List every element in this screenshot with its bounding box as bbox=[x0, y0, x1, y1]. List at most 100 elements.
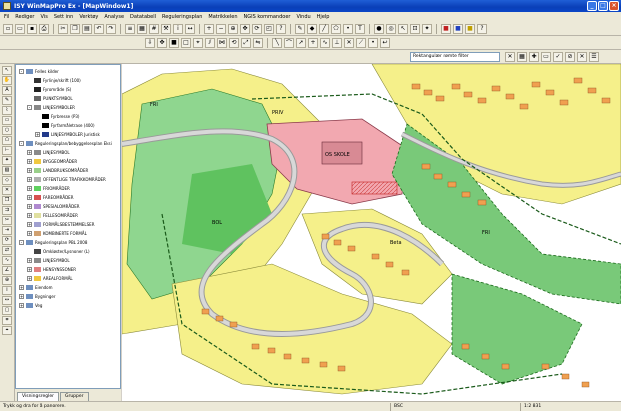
expand-toggle-icon[interactable]: + bbox=[27, 159, 32, 164]
draw-line-icon[interactable]: ╲ bbox=[272, 37, 282, 48]
tree-node[interactable]: + Eiendom bbox=[19, 284, 53, 291]
copy-icon[interactable]: ❐ bbox=[70, 23, 80, 34]
table-icon[interactable]: ▦ bbox=[137, 23, 147, 34]
redo-icon[interactable]: ↷ bbox=[106, 23, 116, 34]
tab-visningsregler[interactable]: Visningsregler bbox=[17, 392, 59, 401]
menu-ngis[interactable]: NGIS kommandoer bbox=[243, 14, 290, 20]
tree-node[interactable]: + FORMÅLSBESTEMMELSER bbox=[27, 221, 94, 228]
flip-icon[interactable]: ⇄ bbox=[2, 246, 12, 255]
draw-plus-icon[interactable]: + bbox=[308, 37, 318, 48]
tree-node[interactable]: + OFFENTLIGE TRAFIKKOMRÅDER bbox=[27, 176, 106, 183]
expand-toggle-icon[interactable]: + bbox=[27, 150, 32, 155]
node-edit-icon[interactable]: ◇ bbox=[2, 176, 12, 185]
tree-node[interactable]: + AREALFORMÅL bbox=[27, 275, 73, 282]
layer-yellow-icon[interactable]: ■ bbox=[465, 23, 475, 34]
target-icon[interactable]: ◎ bbox=[386, 23, 396, 34]
text-tool-icon[interactable]: A bbox=[2, 86, 12, 95]
tree-node[interactable]: + KOMBINERTE FORMÅL bbox=[27, 230, 87, 237]
tree-node[interactable]: + LANDBRUKSOMRÅDER bbox=[27, 167, 88, 174]
filter-rect-icon[interactable]: ▭ bbox=[541, 51, 551, 62]
maximize-button[interactable]: □ bbox=[598, 1, 608, 11]
area-icon[interactable]: ▢ bbox=[2, 306, 12, 315]
label-icon[interactable]: ⌗ bbox=[2, 316, 12, 325]
expand-toggle-icon[interactable]: + bbox=[19, 303, 24, 308]
pencil-icon[interactable]: ✎ bbox=[2, 96, 12, 105]
refresh-icon[interactable]: ⟳ bbox=[252, 23, 262, 34]
query-icon[interactable]: ? bbox=[276, 23, 286, 34]
filter-cross-icon[interactable]: ✚ bbox=[529, 51, 539, 62]
rotate-tool-icon[interactable]: ⟳ bbox=[2, 236, 12, 245]
menu-matrikkelen[interactable]: Matrikkelen bbox=[208, 14, 237, 20]
draw-arc-icon[interactable]: ⌒ bbox=[284, 37, 294, 48]
filter-set-icon[interactable]: ☰ bbox=[589, 51, 599, 62]
tree-node[interactable]: + LINJESYMBOL bbox=[27, 149, 70, 156]
map-canvas[interactable]: OS SKOLE FRI BOL FRI PRIV Beta bbox=[122, 64, 621, 401]
symbol-icon[interactable]: ✦ bbox=[2, 156, 12, 165]
split-icon[interactable]: ⫽ bbox=[205, 37, 215, 48]
tree-node[interactable]: Fyrområde (S) bbox=[27, 86, 71, 93]
menu-hjelp[interactable]: Hjelp bbox=[317, 14, 330, 20]
tool-icon[interactable]: ⚒ bbox=[161, 23, 171, 34]
open-icon[interactable]: ▭ bbox=[15, 23, 25, 34]
undo-icon[interactable]: ↶ bbox=[94, 23, 104, 34]
menu-sett-inn[interactable]: Sett inn bbox=[54, 14, 74, 20]
polygon-tool-icon[interactable]: ⬠ bbox=[2, 136, 12, 145]
close-button[interactable]: × bbox=[609, 1, 619, 11]
expand-toggle-icon[interactable]: + bbox=[27, 231, 32, 236]
draw-vertex-icon[interactable]: ⊥ bbox=[332, 37, 342, 48]
expand-toggle-icon[interactable]: - bbox=[19, 240, 24, 245]
snap-icon[interactable]: ⌖ bbox=[193, 37, 203, 48]
pan-hand-icon[interactable]: ✋ bbox=[2, 76, 12, 85]
compass-icon[interactable]: ✦ bbox=[422, 23, 432, 34]
expand-toggle-icon[interactable]: + bbox=[27, 267, 32, 272]
menu-fil[interactable]: Fil bbox=[4, 14, 9, 20]
filter-x-icon[interactable]: ✕ bbox=[505, 51, 515, 62]
trim-icon[interactable]: ✂ bbox=[2, 216, 12, 225]
menu-reguleringsplan[interactable]: Reguleringsplan bbox=[162, 14, 202, 20]
circle-icon[interactable]: ○ bbox=[2, 126, 12, 135]
zoom-out-icon[interactable]: − bbox=[216, 23, 226, 34]
zoom-tool-icon[interactable]: ⊕ bbox=[2, 276, 12, 285]
tree-node[interactable]: + FRIOMRÅDER bbox=[27, 185, 70, 192]
edit-icon[interactable]: ✎ bbox=[295, 23, 305, 34]
gps-icon[interactable]: ⌖ bbox=[2, 326, 12, 335]
tree-node[interactable]: + Veg bbox=[19, 302, 42, 309]
draw-node-icon[interactable]: • bbox=[368, 37, 378, 48]
expand-toggle-icon[interactable]: + bbox=[27, 195, 32, 200]
expand-toggle-icon[interactable]: + bbox=[27, 186, 32, 191]
draw-curve-icon[interactable]: ∿ bbox=[320, 37, 330, 48]
tree-node[interactable]: + LINJESYMBOLER Juristisk bbox=[35, 131, 100, 138]
cut-icon[interactable]: ✂ bbox=[58, 23, 68, 34]
help-icon[interactable]: ? bbox=[477, 23, 487, 34]
layer-tree[interactable]: - Felles kilder Fyrlinje/skrift (100) Fyrom… bbox=[15, 64, 121, 389]
tree-node[interactable]: + HENSYNSSONER bbox=[27, 266, 76, 273]
line-icon[interactable]: ╱ bbox=[319, 23, 329, 34]
tree-node[interactable]: + LINJESYMBOL bbox=[27, 257, 70, 264]
grid-icon[interactable]: # bbox=[149, 23, 159, 34]
expand-toggle-icon[interactable]: + bbox=[27, 258, 32, 263]
info-tool-icon[interactable]: i bbox=[2, 286, 12, 295]
tree-node[interactable]: Omkløster/Lysnoner (L) bbox=[27, 248, 90, 255]
zoom-in-icon[interactable]: + bbox=[204, 23, 214, 34]
layer-icon[interactable]: ≡ bbox=[125, 23, 135, 34]
polyline-icon[interactable]: ⌇ bbox=[2, 106, 12, 115]
zoom-extent-icon[interactable]: ⊕ bbox=[228, 23, 238, 34]
tree-node[interactable]: PUNKTSYMBOL bbox=[27, 95, 73, 102]
draw-hook-icon[interactable]: ↩ bbox=[380, 37, 390, 48]
angle-icon[interactable]: ∠ bbox=[2, 266, 12, 275]
info-icon[interactable]: i bbox=[173, 23, 183, 34]
tree-node[interactable]: + BYGGEOMRÅDER bbox=[27, 158, 77, 165]
minimize-button[interactable]: _ bbox=[587, 1, 597, 11]
rotate-icon[interactable]: ⟲ bbox=[229, 37, 239, 48]
pan-icon[interactable]: ✥ bbox=[240, 23, 250, 34]
filter-field[interactable]: Rektangulær rømte filter bbox=[410, 52, 500, 62]
outline-icon[interactable]: □ bbox=[181, 37, 191, 48]
filter-off-icon[interactable]: ⊘ bbox=[565, 51, 575, 62]
tree-node[interactable]: - Reguleringsplan PBL 2008 bbox=[19, 239, 87, 246]
globe-icon[interactable]: ● bbox=[374, 23, 384, 34]
copy-tool-icon[interactable]: ❐ bbox=[2, 196, 12, 205]
node-icon[interactable]: ◆ bbox=[307, 23, 317, 34]
spline-icon[interactable]: ∿ bbox=[2, 256, 12, 265]
expand-toggle-icon[interactable]: + bbox=[27, 204, 32, 209]
text-icon[interactable]: T bbox=[355, 23, 365, 34]
